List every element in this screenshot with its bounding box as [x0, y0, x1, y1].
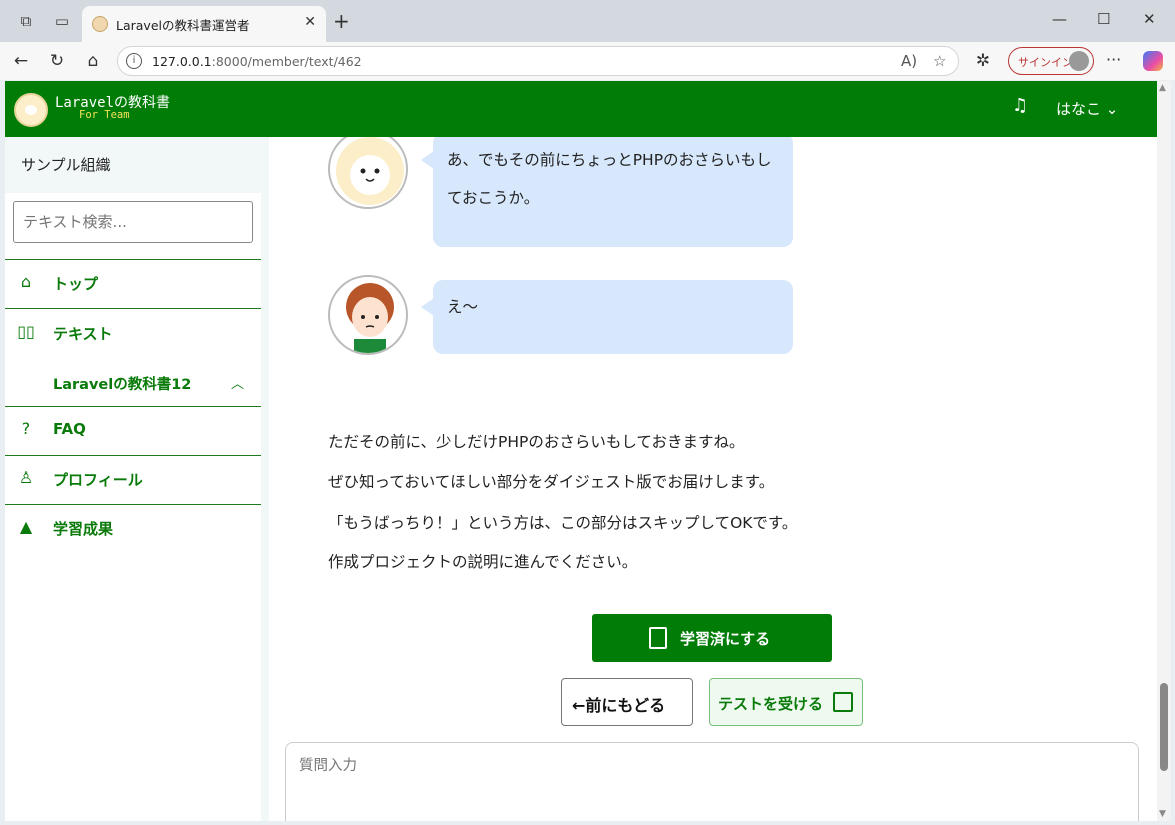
site-info-icon[interactable]: i: [126, 53, 142, 69]
chat-bubble-girl: え〜: [421, 280, 793, 354]
help-icon: ?: [21, 419, 31, 438]
lion-avatar-icon: [328, 137, 408, 209]
home-icon[interactable]: ⌂: [82, 50, 104, 72]
address-bar[interactable]: i 127.0.0.1:8000/member/text/462 A) ☆: [117, 46, 959, 76]
body-text-line: 作成プロジェクトの説明に進んでください。: [328, 553, 638, 571]
close-window-button[interactable]: ✕: [1143, 10, 1156, 28]
logo-subtitle: For Team: [79, 109, 130, 121]
lion-logo-icon[interactable]: [14, 93, 48, 127]
more-menu-icon[interactable]: ···: [1106, 50, 1121, 69]
page-scrollbar[interactable]: ▲ ▼: [1157, 81, 1171, 821]
certificate-icon: [649, 627, 667, 649]
back-icon[interactable]: ←: [10, 50, 32, 72]
browser-tab-active[interactable]: Laravelの教科書運営者 ✕: [82, 6, 326, 42]
tab-close-icon[interactable]: ✕: [304, 14, 316, 30]
tab-actions-icon[interactable]: ▭: [52, 11, 72, 31]
tab-title: Laravelの教科書運営者: [116, 18, 250, 33]
scrollbar-thumb[interactable]: [1160, 683, 1168, 771]
reload-icon[interactable]: ↻: [46, 50, 68, 72]
scroll-up-icon[interactable]: ▲: [1159, 83, 1166, 93]
book-icon: ▯▯: [17, 322, 35, 341]
copilot-icon[interactable]: [1143, 51, 1163, 71]
user-icon: ♙: [18, 468, 34, 487]
workspaces-icon[interactable]: ⧉: [16, 11, 36, 31]
sidebar-subitem-laravel12[interactable]: Laravelの教科書12: [53, 373, 191, 394]
sidebar-item-profile[interactable]: ♙ プロフィール: [5, 455, 261, 503]
sidebar-item-text[interactable]: ▯▯ テキスト: [5, 309, 261, 357]
sidebar-item-results[interactable]: ▲ 学習成果: [5, 504, 261, 552]
take-test-button[interactable]: テストを受ける: [709, 678, 863, 726]
user-menu[interactable]: はなこ ⌄: [1056, 98, 1118, 119]
browser-tab-bar: ⧉ ▭ Laravelの教科書運営者 ✕ + — ☐ ✕: [0, 0, 1175, 42]
minimize-button[interactable]: —: [1052, 10, 1067, 28]
new-tab-button[interactable]: +: [333, 9, 350, 33]
maximize-button[interactable]: ☐: [1097, 10, 1110, 28]
girl-avatar-icon: [328, 275, 408, 355]
home-icon: ⌂: [20, 272, 32, 291]
body-text-line: ぜひ知っておいてほしい部分をダイジェスト版でお届けします。: [328, 473, 775, 491]
signin-button[interactable]: サインイン: [1008, 47, 1094, 75]
url-text[interactable]: 127.0.0.1:8000/member/text/462: [152, 54, 362, 69]
main-content: あ、でもその前にちょっとPHPのおさらいもしておこうか。 え〜 ただその前に、少…: [269, 137, 1157, 821]
site-favicon-icon: [92, 16, 108, 32]
app-header: Laravelの教科書 For Team ♫ はなこ ⌄: [5, 81, 1157, 137]
read-aloud-icon[interactable]: A): [901, 52, 917, 70]
extensions-icon[interactable]: ✲: [972, 50, 994, 72]
sidebar-item-faq[interactable]: ? FAQ: [5, 406, 261, 454]
chevron-up-icon[interactable]: ︿: [231, 373, 244, 392]
mark-as-learned-button[interactable]: 学習済にする: [592, 614, 832, 662]
browser-toolbar: ← ↻ ⌂ i 127.0.0.1:8000/member/text/462 A…: [0, 42, 1175, 80]
previous-button[interactable]: ←前にもどる: [561, 678, 693, 726]
text-search-input[interactable]: [13, 201, 253, 243]
question-input[interactable]: [285, 742, 1139, 821]
chat-bubble-lion: あ、でもその前にちょっとPHPのおさらいもしておこうか。: [421, 137, 793, 247]
body-text-line: 「もうばっちり！」という方は、この部分はスキップしてOKです。: [328, 514, 798, 532]
edit-icon: [833, 692, 853, 712]
profile-avatar-icon: [1069, 51, 1089, 71]
scroll-down-icon[interactable]: ▼: [1159, 809, 1166, 819]
favorite-star-icon[interactable]: ☆: [933, 52, 946, 70]
sidebar-item-top[interactable]: ⌂ トップ: [5, 259, 261, 307]
graduation-icon: ▲: [19, 517, 33, 536]
organization-name: サンプル組織: [21, 156, 111, 174]
sidebar: サンプル組織 ⌂ トップ ▯▯ テキスト Laravelの教科書12 ︿ ? F…: [5, 137, 269, 821]
body-text-line: ただその前に、少しだけPHPのおさらいもしておきますね。: [328, 433, 745, 451]
notification-bell-icon[interactable]: ♫: [1012, 95, 1028, 116]
